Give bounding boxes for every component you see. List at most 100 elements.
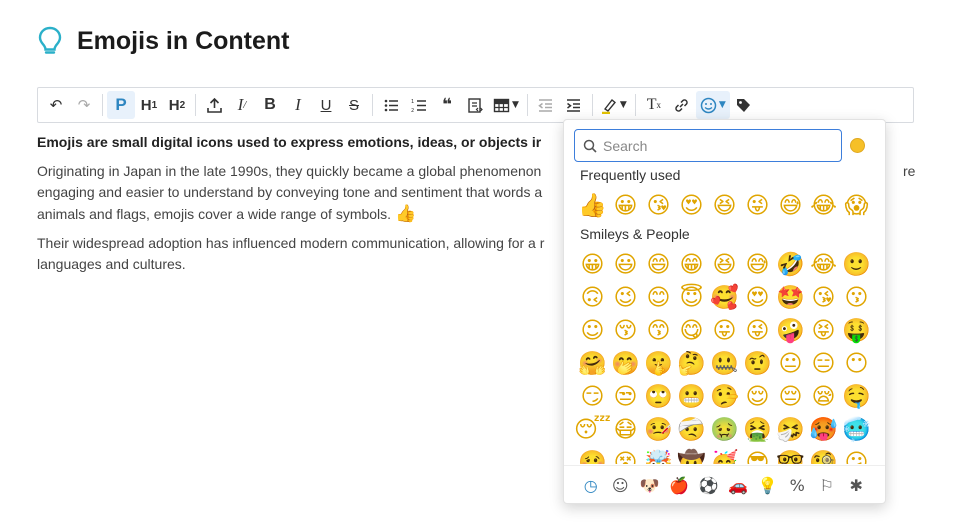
emoji-item[interactable]: 😘: [807, 281, 840, 314]
emoji-item[interactable]: 😍: [741, 281, 774, 314]
symbols-tab[interactable]: %: [783, 470, 813, 502]
activity-tab[interactable]: ⚽: [694, 470, 724, 502]
emoji-item[interactable]: 😅: [774, 189, 807, 222]
objects-tab[interactable]: 💡: [753, 470, 783, 502]
emoji-item[interactable]: 😀: [609, 189, 642, 222]
emoji-item[interactable]: 🤒: [642, 413, 675, 446]
emoji-item[interactable]: 😇: [675, 281, 708, 314]
emoji-item[interactable]: 😐: [774, 347, 807, 380]
emoji-item[interactable]: 😎: [741, 446, 774, 465]
emoji-item[interactable]: 🤓: [774, 446, 807, 464]
recent-tab[interactable]: ◷: [576, 470, 606, 502]
heading1-button[interactable]: H1: [135, 91, 163, 119]
emoji-item[interactable]: 😒: [609, 380, 642, 413]
emoji-item[interactable]: 😉: [609, 281, 642, 314]
emoji-item[interactable]: ☺: [576, 314, 609, 347]
strikethrough-button[interactable]: S: [340, 91, 368, 119]
emoji-item[interactable]: 😍: [675, 189, 708, 222]
emoji-item[interactable]: 🤪: [774, 314, 807, 347]
animals-tab[interactable]: 🐶: [635, 470, 665, 502]
table-icon[interactable]: ▼: [489, 91, 523, 119]
code-block-icon[interactable]: [461, 91, 489, 119]
emoji-item[interactable]: 😘: [642, 189, 675, 222]
emoji-item[interactable]: 🤤: [840, 380, 873, 413]
link-icon[interactable]: [668, 91, 696, 119]
emoji-item[interactable]: 🤫: [642, 347, 675, 380]
emoji-item[interactable]: 😝: [807, 314, 840, 347]
emoji-item[interactable]: 😋: [675, 314, 708, 347]
emoji-item[interactable]: 😚: [609, 314, 642, 347]
italic-button[interactable]: I: [284, 91, 312, 119]
emoji-item[interactable]: 😌: [741, 380, 774, 413]
emoji-item[interactable]: 😀: [576, 248, 609, 281]
emoji-item[interactable]: 😗: [840, 281, 873, 314]
emoji-item[interactable]: 😆: [708, 248, 741, 281]
emoji-item[interactable]: 🤥: [708, 380, 741, 413]
bullet-list-icon[interactable]: [377, 91, 405, 119]
emoji-item[interactable]: 🥰: [708, 281, 741, 314]
undo-button[interactable]: ↶: [42, 91, 70, 119]
emoji-item[interactable]: 🤗: [576, 347, 609, 380]
emoji-item[interactable]: 😙: [642, 314, 675, 347]
blockquote-icon[interactable]: ❝: [433, 91, 461, 119]
emoji-item[interactable]: 😅: [741, 248, 774, 281]
emoji-item[interactable]: 🙂: [840, 248, 873, 281]
smileys-tab[interactable]: ☺: [606, 470, 636, 502]
emoji-item[interactable]: 🥳: [708, 446, 741, 464]
emoji-item[interactable]: 🤑: [840, 314, 873, 347]
emoji-item[interactable]: 🙃: [576, 281, 609, 314]
emoji-item[interactable]: 🤭: [609, 347, 642, 380]
emoji-item[interactable]: 🤔: [675, 347, 708, 380]
emoji-item[interactable]: 😃: [609, 248, 642, 281]
emoji-item[interactable]: 🥶: [840, 413, 873, 446]
emoji-item[interactable]: 🥴: [576, 446, 609, 464]
clear-italic-icon[interactable]: I /: [228, 91, 256, 119]
emoji-item[interactable]: 🤢: [708, 413, 741, 446]
skin-tone-selector[interactable]: [850, 138, 865, 153]
flags-tab[interactable]: ⚐: [812, 470, 842, 502]
emoji-item[interactable]: 🤮: [741, 413, 774, 446]
emoji-item[interactable]: 🤣: [774, 248, 807, 281]
emoji-item[interactable]: 😜: [741, 314, 774, 347]
emoji-item[interactable]: 😁: [675, 248, 708, 281]
emoji-item[interactable]: 😶: [840, 347, 873, 380]
paragraph-button[interactable]: P: [107, 91, 135, 119]
numbered-list-icon[interactable]: 12: [405, 91, 433, 119]
emoji-item[interactable]: 👍: [576, 189, 609, 222]
highlight-icon[interactable]: ▼: [597, 91, 631, 119]
emoji-item[interactable]: 🤕: [675, 413, 708, 446]
emoji-item[interactable]: 🥵: [807, 413, 840, 446]
emoji-item[interactable]: 😑: [807, 347, 840, 380]
emoji-item[interactable]: 😛: [708, 314, 741, 347]
heading2-button[interactable]: H2: [163, 91, 191, 119]
emoji-item[interactable]: 😵: [609, 446, 642, 465]
emoji-item[interactable]: 😊: [642, 281, 675, 314]
emoji-item[interactable]: 😂: [807, 248, 840, 281]
emoji-item[interactable]: 😜: [741, 189, 774, 222]
tag-icon[interactable]: [730, 91, 758, 119]
emoji-item[interactable]: 😪: [807, 380, 840, 413]
emoji-item[interactable]: 😄: [642, 248, 675, 281]
emoji-item[interactable]: 🤧: [774, 413, 807, 446]
emoji-item[interactable]: 🤯: [642, 446, 675, 464]
emoji-item[interactable]: 🤨: [741, 347, 774, 380]
travel-tab[interactable]: 🚗: [724, 470, 754, 502]
emoji-item[interactable]: 😔: [774, 380, 807, 413]
emoji-item[interactable]: 🤩: [774, 281, 807, 314]
redo-button[interactable]: ↷: [70, 91, 98, 119]
emoji-icon[interactable]: ▼: [695, 91, 730, 119]
custom-tab[interactable]: ✱: [842, 470, 872, 502]
emoji-item[interactable]: 🙄: [642, 380, 675, 413]
emoji-item[interactable]: 😷: [609, 413, 642, 446]
emoji-item[interactable]: 😂: [807, 189, 840, 222]
upload-icon[interactable]: [200, 91, 228, 119]
emoji-item[interactable]: 😕: [840, 446, 873, 465]
emoji-item[interactable]: 😴: [574, 413, 611, 446]
emoji-item[interactable]: 😱: [840, 189, 873, 222]
indent-icon[interactable]: [560, 91, 588, 119]
emoji-item[interactable]: 😬: [675, 380, 708, 413]
emoji-search-box[interactable]: [574, 129, 842, 162]
emoji-item[interactable]: 😆: [708, 189, 741, 222]
outdent-icon[interactable]: [532, 91, 560, 119]
remove-format-icon[interactable]: Tx: [640, 91, 668, 119]
